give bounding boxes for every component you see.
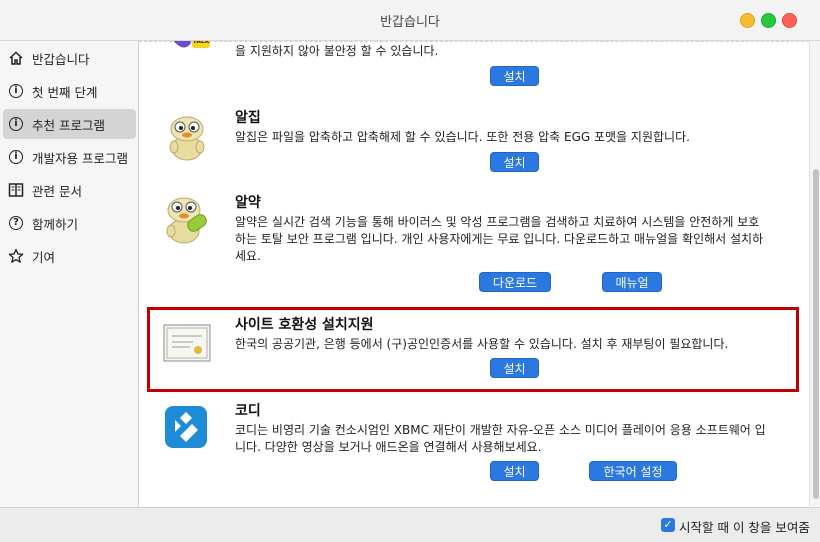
sidebar: 반갑습니다 i 첫 번째 단계 i 추천 프로그램 i 개발자용 프로그램 관련… (0, 41, 139, 507)
scrollbar-thumb[interactable] (813, 169, 819, 499)
program-description: 한국의 공공기관, 은행 등에서 (구)공인인증서를 사용할 수 있습니다. 설… (235, 337, 729, 351)
vertical-scrollbar[interactable] (809, 41, 820, 507)
program-title: 코디 (235, 403, 261, 419)
info-icon: i (7, 82, 25, 100)
program-description: 을 지원하지 않아 불안정 할 수 있습니다. (235, 44, 439, 58)
sidebar-item-welcome[interactable]: 반갑습니다 (3, 43, 136, 73)
download-button[interactable]: 다운로드 (479, 272, 551, 292)
question-icon: ? (7, 214, 25, 232)
program-list[interactable]: TALK 을 지원하지 않아 불안정 할 수 있습니다. 설치 알집 알집은 파… (139, 41, 809, 507)
description-line: 니다. 다양한 영상을 보거나 애드온을 연결해서 사용해보세요. (235, 440, 542, 454)
program-title: 알집 (235, 110, 261, 126)
close-button[interactable] (782, 13, 797, 28)
program-title: 알약 (235, 195, 261, 211)
footer-bar: ✓ 시작할 때 이 창을 보여줌 (0, 507, 820, 542)
certificate-icon (163, 324, 211, 366)
sidebar-item-label: 첫 번째 단계 (32, 84, 98, 100)
welcome-window: 반갑습니다 반갑습니다 i 첫 번째 단계 i 추천 프로그램 i 개발자용 프… (0, 0, 820, 542)
install-button[interactable]: 설치 (490, 461, 539, 481)
manual-button[interactable]: 매뉴얼 (602, 272, 662, 292)
sidebar-item-first-steps[interactable]: i 첫 번째 단계 (3, 76, 136, 106)
program-description: 코디는 비영리 기술 컨소시엄인 XBMC 재단이 개발한 자유-오픈 소스 미… (235, 422, 800, 456)
program-description: 알집은 파일을 압축하고 압축해제 할 수 있습니다. 또한 전용 압축 EGG… (235, 130, 690, 144)
kakaotalk-icon: TALK (165, 41, 213, 63)
show-on-startup-checkbox[interactable]: ✓ (661, 518, 675, 532)
show-on-startup-label[interactable]: 시작할 때 이 창을 보여줌 (679, 517, 810, 536)
maximize-button[interactable] (761, 13, 776, 28)
kodi-icon (165, 406, 207, 452)
star-icon (7, 247, 25, 265)
install-button[interactable]: 설치 (490, 66, 539, 86)
sidebar-item-recommended[interactable]: i 추천 프로그램 (3, 109, 136, 139)
sidebar-item-label: 개발자용 프로그램 (32, 150, 128, 166)
sidebar-item-label: 반갑습니다 (32, 51, 90, 67)
sidebar-item-docs[interactable]: 관련 문서 (3, 175, 136, 205)
book-icon (7, 181, 25, 199)
sidebar-item-developer[interactable]: i 개발자용 프로그램 (3, 142, 136, 172)
description-line: 세요. (235, 249, 261, 263)
title-bar: 반갑습니다 (0, 0, 820, 41)
info-icon: i (7, 148, 25, 166)
korean-settings-button[interactable]: 한국어 설정 (589, 461, 677, 481)
alzip-icon (165, 114, 209, 166)
sidebar-item-label: 함께하기 (32, 216, 79, 232)
install-button[interactable]: 설치 (490, 358, 539, 378)
alyac-icon (163, 195, 209, 249)
divider (139, 41, 809, 42)
description-line: 하는 토탈 보안 프로그램 입니다. 개인 사용자에게는 무료 입니다. 다운로… (235, 232, 764, 246)
sidebar-item-label: 추천 프로그램 (32, 117, 105, 133)
description-line: 알약은 실시간 검색 기능을 통해 바이러스 및 악성 프로그램을 검색하고 치… (235, 215, 760, 229)
home-icon (7, 49, 25, 67)
program-title: 사이트 호환성 설치지원 (235, 317, 374, 333)
install-button[interactable]: 설치 (490, 152, 539, 172)
sidebar-item-label: 기여 (32, 249, 56, 265)
sidebar-item-contribute[interactable]: 기여 (3, 241, 136, 271)
sidebar-item-label: 관련 문서 (32, 183, 82, 199)
window-title: 반갑습니다 (380, 15, 440, 30)
info-icon: i (7, 115, 25, 133)
sidebar-item-together[interactable]: ? 함께하기 (3, 208, 136, 238)
program-description: 알약은 실시간 검색 기능을 통해 바이러스 및 악성 프로그램을 검색하고 치… (235, 214, 800, 265)
minimize-button[interactable] (740, 13, 755, 28)
description-line: 코디는 비영리 기술 컨소시엄인 XBMC 재단이 개발한 자유-오픈 소스 미… (235, 423, 766, 437)
svg-text:TALK: TALK (193, 41, 210, 45)
